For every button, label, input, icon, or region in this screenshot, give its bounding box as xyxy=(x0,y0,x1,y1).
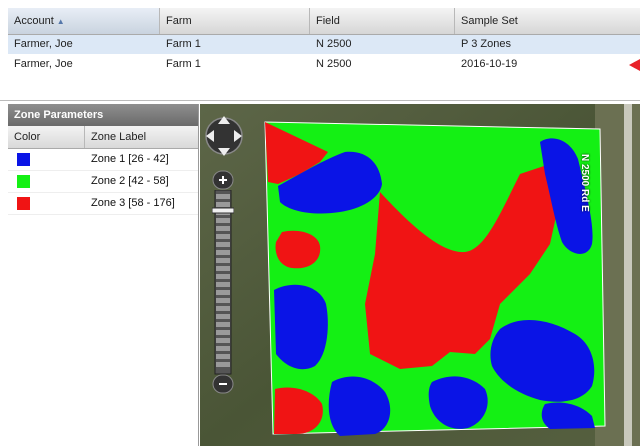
zoom-handle[interactable] xyxy=(212,207,234,214)
zoom-in-button[interactable] xyxy=(212,170,234,190)
zone-label: Zone 3 [58 - 176] xyxy=(91,197,175,209)
column-header-sample-set[interactable]: Sample Set xyxy=(455,8,640,34)
zoom-slider[interactable] xyxy=(212,190,234,390)
sample-set-grid: Account ▲ Farm Field Sample Set Farmer, J… xyxy=(0,0,640,101)
zone-parameters-panel: Zone Parameters Color Zone Label Zone 1 … xyxy=(8,104,199,446)
cell-account: Farmer, Joe xyxy=(14,38,73,50)
zone-1-area xyxy=(274,284,328,370)
road xyxy=(624,104,632,446)
cell-sample-set: 2016-10-19 xyxy=(461,58,518,70)
sort-ascending-icon[interactable]: ▲ xyxy=(57,17,65,26)
column-header-zone-label[interactable]: Zone Label xyxy=(85,126,146,148)
map-canvas xyxy=(200,104,640,446)
table-row[interactable]: Farmer, Joe Farm 1 N 2500 P 3 Zones xyxy=(8,35,640,54)
cell-account: Farmer, Joe xyxy=(14,58,73,70)
cell-sample-set: P 3 Zones xyxy=(461,38,511,50)
cell-field: N 2500 xyxy=(316,58,352,70)
cell-farm: Farm 1 xyxy=(166,58,201,70)
color-swatch xyxy=(17,197,30,210)
grid-header: Account ▲ Farm Field Sample Set xyxy=(8,8,640,35)
zone-3-area xyxy=(275,230,321,269)
cell-field: N 2500 xyxy=(316,38,352,50)
color-swatch xyxy=(17,175,30,188)
column-header-label: Account xyxy=(14,15,54,27)
column-header-label: Farm xyxy=(166,15,192,27)
zone-table-header: Color Zone Label xyxy=(8,126,198,149)
zone-row[interactable]: Zone 1 [26 - 42] xyxy=(8,149,198,171)
column-header-label: Sample Set xyxy=(461,15,518,27)
cell-farm: Farm 1 xyxy=(166,38,201,50)
zone-row[interactable]: Zone 3 [58 - 176] xyxy=(8,193,198,215)
zone-label: Zone 1 [26 - 42] xyxy=(91,153,169,165)
row-pointer-icon xyxy=(629,59,640,71)
column-header-color[interactable]: Color xyxy=(8,126,85,148)
column-header-account[interactable]: Account ▲ xyxy=(8,8,160,34)
pan-control[interactable] xyxy=(204,110,244,162)
column-header-field[interactable]: Field xyxy=(310,8,455,34)
zone-row[interactable]: Zone 2 [42 - 58] xyxy=(8,171,198,193)
table-row[interactable]: Farmer, Joe Farm 1 N 2500 2016-10-19 xyxy=(8,55,640,74)
zoom-out-button[interactable] xyxy=(212,374,234,394)
zone-label: Zone 2 [42 - 58] xyxy=(91,175,169,187)
panel-title: Zone Parameters xyxy=(8,104,198,126)
zone-map[interactable]: N 2500 Rd E xyxy=(200,104,640,446)
column-header-label: Field xyxy=(316,15,340,27)
column-header-farm[interactable]: Farm xyxy=(160,8,310,34)
color-swatch xyxy=(17,153,30,166)
road-label: N 2500 Rd E xyxy=(579,154,590,212)
